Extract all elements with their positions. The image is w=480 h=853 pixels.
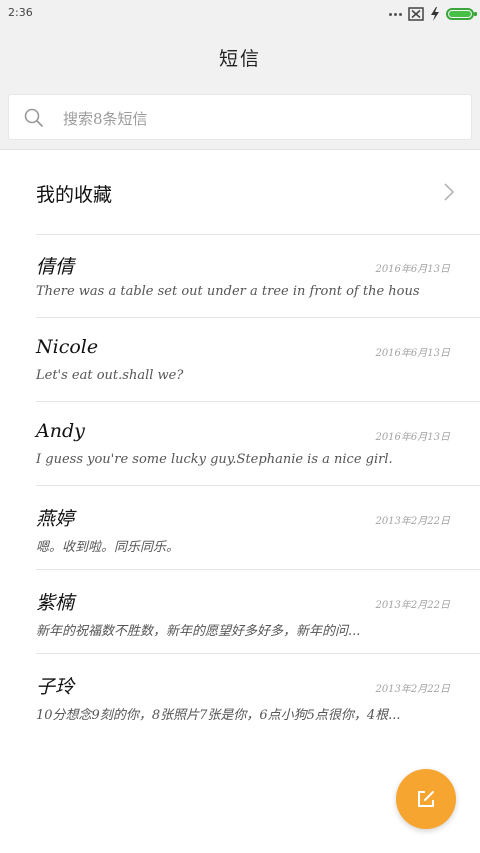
conversation-item[interactable]: Nicole 2016年6月13日 Let's eat out.shall we… [0, 318, 480, 402]
status-time: 2:36 [8, 6, 33, 19]
compose-icon [418, 791, 434, 807]
message-date: 2013年2月22日 [375, 684, 450, 695]
search-input[interactable]: 搜索8条短信 [8, 94, 472, 140]
battery-level [449, 11, 471, 17]
page-title: 短信 [218, 47, 261, 70]
sim-missing-icon [408, 7, 424, 21]
message-preview: There was a table set out under a tree i… [36, 284, 420, 299]
contact-name: Nicole [36, 336, 99, 358]
search-placeholder: 搜索8条短信 [63, 110, 148, 128]
message-preview: 新年的祝福数不胜数，新年的愿望好多好多，新年的问... [36, 624, 361, 639]
message-date: 2013年2月22日 [375, 600, 450, 611]
favorites-label: 我的收藏 [36, 184, 113, 206]
conversation-item[interactable]: 紫楠 2013年2月22日 新年的祝福数不胜数，新年的愿望好多好多，新年的问..… [0, 570, 480, 654]
conversation-item[interactable]: 子玲 2013年2月22日 10分想念9刻的你，8张照片7张是你，6点小狗5点很… [0, 654, 480, 738]
message-preview: 嗯。收到啦。同乐同乐。 [36, 540, 180, 555]
status-bar: 2:36 [0, 0, 480, 28]
message-date: 2013年2月22日 [375, 516, 450, 527]
lightning-icon [431, 7, 439, 21]
message-date: 2016年6月13日 [375, 264, 450, 275]
contact-name: 燕婷 [36, 508, 75, 530]
chevron-right-icon [444, 183, 454, 201]
conversation-item[interactable]: 燕婷 2013年2月22日 嗯。收到啦。同乐同乐。 [0, 486, 480, 570]
conversation-item[interactable]: Andy 2016年6月13日 I guess you're some luck… [0, 402, 480, 486]
search-icon [24, 108, 43, 127]
message-date: 2016年6月13日 [375, 432, 450, 443]
contact-name: 倩倩 [36, 256, 75, 278]
contact-name: Andy [36, 420, 85, 442]
message-preview: Let's eat out.shall we? [36, 368, 184, 383]
favorites-row[interactable]: 我的收藏 [0, 150, 480, 234]
contact-name: 紫楠 [36, 592, 75, 614]
message-preview: 10分想念9刻的你，8张照片7张是你，6点小狗5点很你，4根... [36, 708, 401, 723]
compose-button[interactable] [396, 769, 456, 829]
message-preview: I guess you're some lucky guy.Stephanie … [36, 452, 393, 467]
conversation-item[interactable]: 倩倩 2016年6月13日 There was a table set out … [0, 234, 480, 318]
battery-icon [446, 8, 477, 20]
status-icons [389, 4, 477, 24]
message-date: 2016年6月13日 [375, 348, 450, 359]
search-area: 搜索8条短信 [0, 86, 480, 150]
signal-dots-icon [389, 12, 402, 16]
conversation-list: 倩倩 2016年6月13日 There was a table set out … [0, 234, 480, 738]
contact-name: 子玲 [36, 676, 75, 698]
app-header: 短信 [0, 28, 480, 86]
